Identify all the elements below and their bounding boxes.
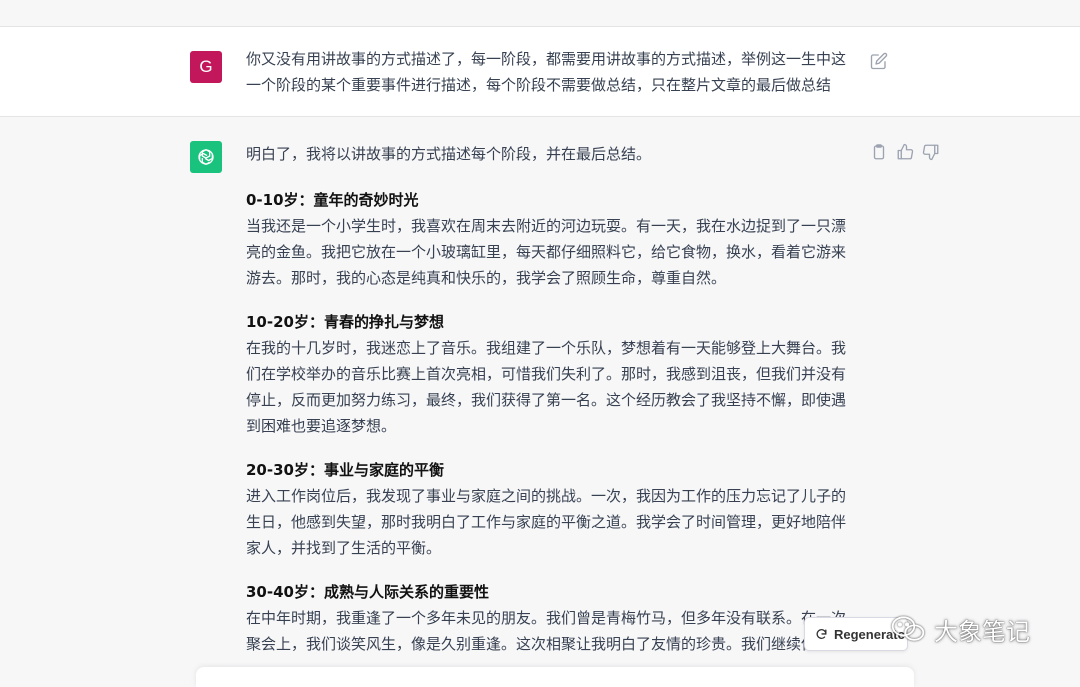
refresh-icon <box>816 628 827 639</box>
openai-logo-icon <box>190 141 222 173</box>
story-section: 30-40岁：成熟与人际关系的重要性 在中年时期，我重逢了一个多年未见的朋友。我… <box>246 579 856 657</box>
user-avatar: G <box>190 51 222 83</box>
top-bar <box>0 0 1080 27</box>
user-message-text: 你又没有用讲故事的方式描述了，每一阶段，都需要用讲故事的方式描述，举例这一生中这… <box>246 46 856 98</box>
wechat-icon <box>891 616 925 641</box>
message-input-area[interactable] <box>196 667 914 687</box>
story-section: 0-10岁：童年的奇妙时光 当我还是一个小学生时，我喜欢在周末去附近的河边玩耍。… <box>246 187 856 291</box>
story-section: 10-20岁：青春的挣扎与梦想 在我的十几岁时，我迷恋上了音乐。我组建了一个乐队… <box>246 309 856 439</box>
section-title: 30-40岁：成熟与人际关系的重要性 <box>246 583 489 601</box>
story-section: 20-30岁：事业与家庭的平衡 进入工作岗位后，我发现了事业与家庭之间的挑战。一… <box>246 457 856 561</box>
user-message-paragraph: 你又没有用讲故事的方式描述了，每一阶段，都需要用讲故事的方式描述，举例这一生中这… <box>246 50 847 94</box>
section-body: 在我的十几岁时，我迷恋上了音乐。我组建了一个乐队，梦想着有一天能够登上大舞台。我… <box>246 339 847 435</box>
thumbs-up-icon[interactable] <box>896 143 914 161</box>
watermark: 大象笔记 <box>890 606 1060 652</box>
section-title: 0-10岁：童年的奇妙时光 <box>246 191 419 209</box>
section-title: 10-20岁：青春的挣扎与梦想 <box>246 313 444 331</box>
section-body: 进入工作岗位后，我发现了事业与家庭之间的挑战。一次，我因为工作的压力忘记了儿子的… <box>246 487 847 557</box>
section-body: 在中年时期，我重逢了一个多年未见的朋友。我们曾是青梅竹马，但多年没有联系。在一次… <box>246 609 847 653</box>
clipboard-icon[interactable] <box>870 143 888 161</box>
assistant-message-text: 明白了，我将以讲故事的方式描述每个阶段，并在最后总结。 0-10岁：童年的奇妙时… <box>246 141 856 675</box>
thumbs-down-icon[interactable] <box>922 143 940 161</box>
assistant-intro: 明白了，我将以讲故事的方式描述每个阶段，并在最后总结。 <box>246 145 652 163</box>
section-title: 20-30岁：事业与家庭的平衡 <box>246 461 444 479</box>
section-body: 当我还是一个小学生时，我喜欢在周末去附近的河边玩耍。有一天，我在水边捉到了一只漂… <box>246 217 847 287</box>
edit-icon[interactable] <box>870 52 888 70</box>
watermark-text: 大象笔记 <box>934 617 1030 646</box>
